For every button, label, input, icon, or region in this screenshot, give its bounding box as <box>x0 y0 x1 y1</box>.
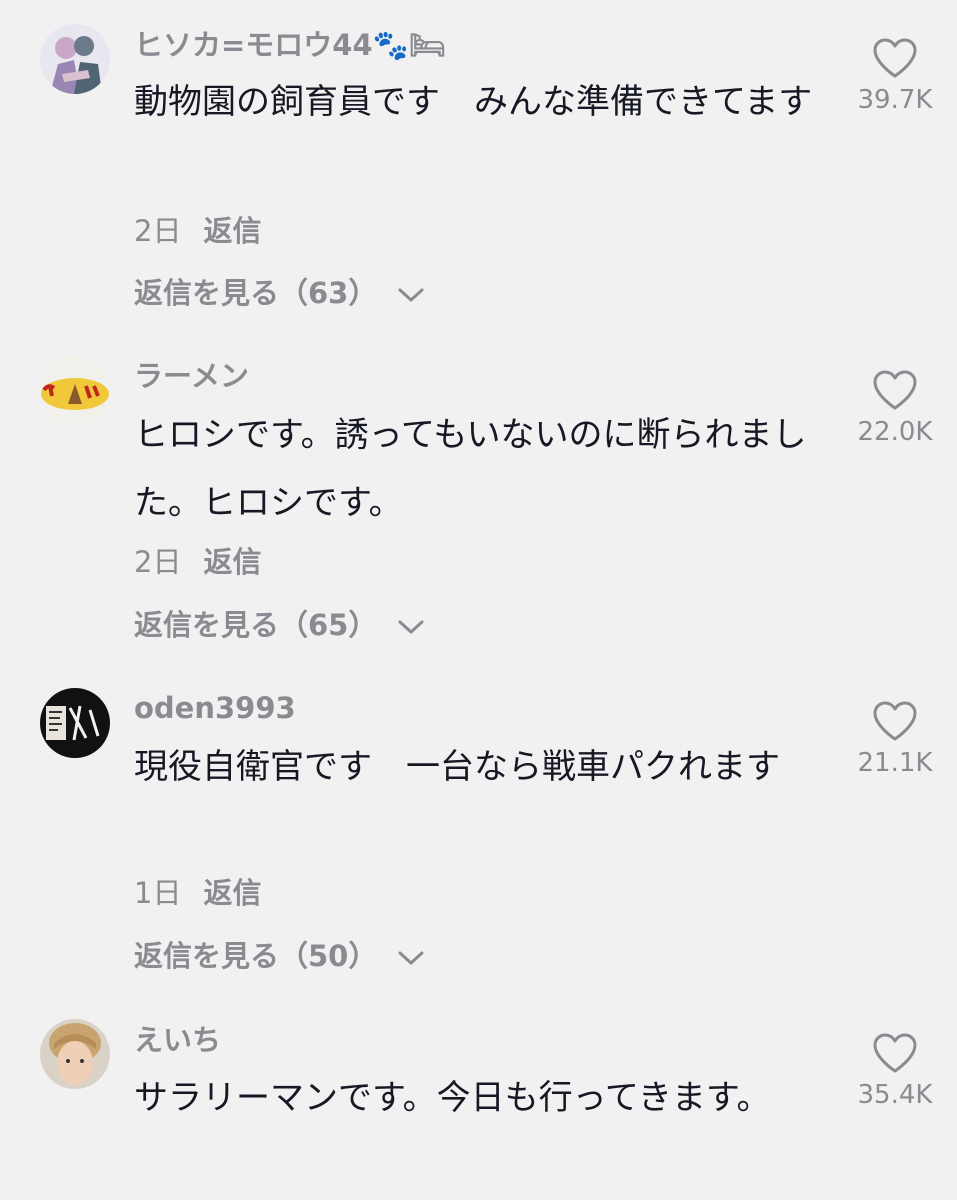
view-replies-button[interactable]: 返信を見る（50） <box>134 938 425 974</box>
reply-button[interactable]: 返信 <box>203 214 261 248</box>
like-count: 21.1K <box>857 748 933 778</box>
comment-date: 2日 <box>134 214 182 248</box>
comment-username[interactable]: oden3993 <box>134 690 296 726</box>
avatar[interactable] <box>40 24 110 94</box>
comment-username[interactable]: ラーメン <box>134 358 249 394</box>
heart-outline-icon <box>873 1033 917 1073</box>
avatar[interactable] <box>40 1019 110 1089</box>
like-button[interactable]: 22.0K <box>845 369 945 447</box>
chevron-down-icon <box>397 607 425 643</box>
view-replies-button[interactable]: 返信を見る（63） <box>134 275 425 311</box>
chevron-down-icon <box>397 938 425 974</box>
like-button[interactable]: 21.1K <box>845 700 945 778</box>
like-count: 22.0K <box>857 417 933 447</box>
comment-username[interactable]: えいち <box>134 1022 221 1058</box>
comment-username[interactable]: ヒソカ=モロウ44🐾🛏 <box>134 27 446 63</box>
comment-meta: 1日 返信 <box>134 875 261 911</box>
comment-meta: 2日 返信 <box>134 213 261 249</box>
reply-button[interactable]: 返信 <box>203 876 261 910</box>
view-replies-label: 返信を見る（63） <box>134 276 378 310</box>
avatar[interactable] <box>40 356 110 426</box>
like-count: 35.4K <box>857 1080 933 1110</box>
view-replies-button[interactable]: 返信を見る（65） <box>134 607 425 643</box>
like-button[interactable]: 35.4K <box>845 1032 945 1110</box>
comment-text: ヒロシです。誘ってもいないのに断られました。ヒロシです。 <box>134 415 807 523</box>
comment-text: サラリーマンです。今日も行ってきます。 <box>134 1078 771 1118</box>
view-replies-label: 返信を見る（50） <box>134 939 378 973</box>
reply-button[interactable]: 返信 <box>203 545 261 579</box>
heart-outline-icon <box>873 38 917 78</box>
chevron-down-icon <box>397 275 425 311</box>
avatar[interactable] <box>40 688 110 758</box>
heart-outline-icon <box>873 701 917 741</box>
view-replies-label: 返信を見る（65） <box>134 608 378 642</box>
comment-date: 1日 <box>134 876 182 910</box>
like-count: 39.7K <box>857 85 933 115</box>
comment-date: 2日 <box>134 545 182 579</box>
like-button[interactable]: 39.7K <box>845 37 945 115</box>
comment-meta: 2日 返信 <box>134 544 261 580</box>
heart-outline-icon <box>873 370 917 410</box>
comment-text: 現役自衛官です 一台なら戦車パクれます <box>134 747 780 787</box>
comment-text: 動物園の飼育員です みんな準備できてます <box>134 82 813 122</box>
